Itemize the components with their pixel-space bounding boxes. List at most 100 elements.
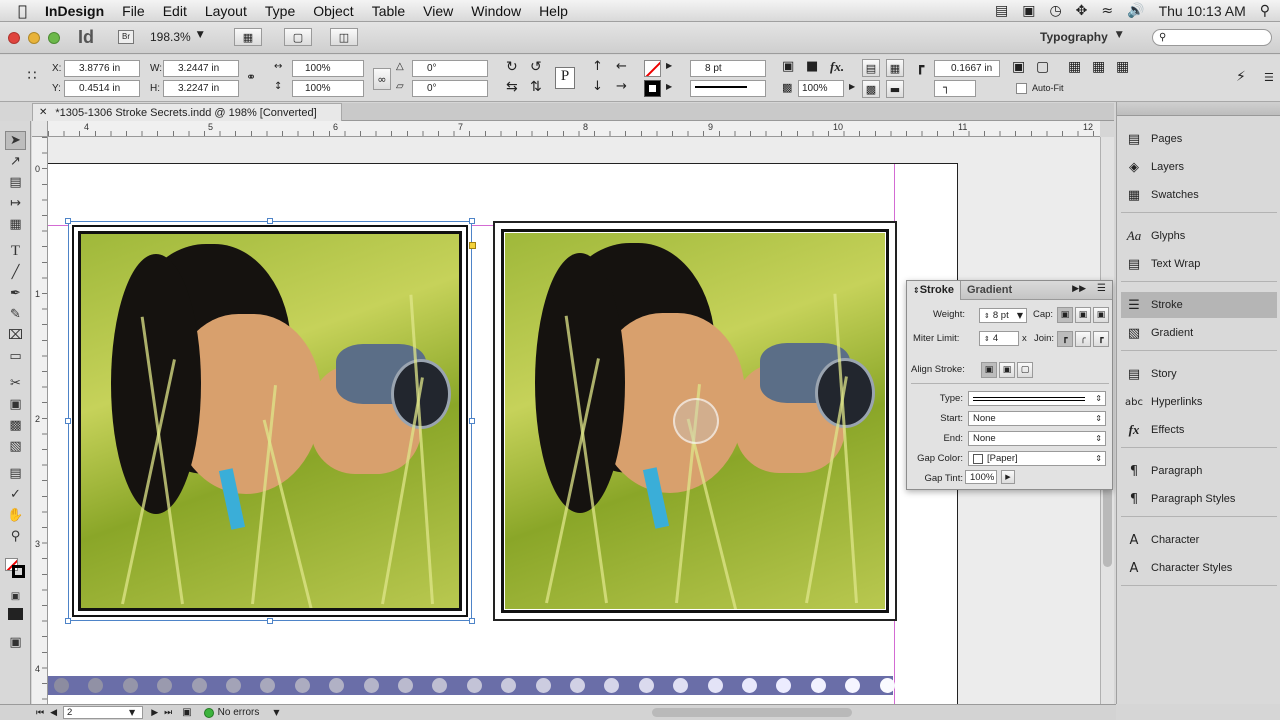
panel-item-pages[interactable]: ▤ Pages: [1125, 126, 1275, 152]
drop-shadow-icon[interactable]: ▣: [782, 59, 794, 74]
line-tool-icon[interactable]: ╱: [5, 263, 26, 282]
panel-item-paragraph[interactable]: ¶ Paragraph: [1125, 458, 1275, 484]
align-stroke-inside-button[interactable]: ▣: [999, 362, 1015, 378]
menu-object[interactable]: Object: [304, 3, 362, 19]
panel-item-hyperlinks[interactable]: abc Hyperlinks: [1125, 389, 1275, 415]
fit-proportional-icon[interactable]: ▦: [1092, 59, 1105, 75]
selection-handle[interactable]: [65, 218, 71, 224]
menu-edit[interactable]: Edit: [154, 3, 196, 19]
miter-limit-input[interactable]: ⇕ 4: [979, 331, 1019, 346]
close-window-button[interactable]: [8, 32, 20, 44]
selection-handle[interactable]: [469, 618, 475, 624]
panel-item-story[interactable]: ▤ Story: [1125, 361, 1275, 387]
select-next-icon[interactable]: →: [616, 79, 627, 94]
rectangle-frame-tool-icon[interactable]: ⌧: [5, 326, 26, 345]
direct-selection-tool-icon[interactable]: ↗: [5, 152, 26, 171]
round-join-button[interactable]: ╭: [1075, 331, 1091, 347]
spotlight-search-icon[interactable]: ⚲: [1260, 3, 1270, 19]
gradient-swatch-tool-icon[interactable]: ▩: [5, 416, 26, 435]
fill-stroke-proxy-icon[interactable]: [5, 558, 27, 582]
notes-icon[interactable]: ▤: [995, 3, 1008, 19]
select-container-icon[interactable]: ↑: [592, 59, 603, 74]
effects-fx-icon[interactable]: fx.: [830, 59, 844, 75]
view-options-button[interactable]: ▦: [234, 28, 262, 46]
first-page-icon[interactable]: ⏮: [36, 708, 44, 718]
rectangle-tool-icon[interactable]: ▭: [5, 347, 26, 366]
ruler-origin[interactable]: [32, 121, 48, 137]
width-field[interactable]: 3.2447 in: [163, 60, 239, 77]
zoom-level-select[interactable]: 198.3% ▼: [150, 30, 204, 44]
end-select[interactable]: None ⇕: [968, 431, 1106, 446]
open-document-icon[interactable]: ▣: [182, 707, 191, 718]
image-frame-right[interactable]: [493, 221, 897, 621]
select-previous-icon[interactable]: ←: [616, 59, 627, 74]
text-wrap-bbox-button[interactable]: ▦: [886, 59, 904, 77]
reference-point-grid[interactable]: ∷: [22, 67, 42, 87]
previous-page-icon[interactable]: ◀: [50, 708, 57, 718]
bevel-join-button[interactable]: ┏: [1093, 331, 1109, 347]
gradient-feather-tool-icon[interactable]: ▧: [5, 437, 26, 456]
flip-vertical-icon[interactable]: ⇅: [530, 79, 542, 95]
stroke-type-select[interactable]: ⇕: [968, 391, 1106, 406]
text-wrap-none-button[interactable]: ▤: [862, 59, 880, 77]
gap-color-select[interactable]: [Paper] ⇕: [968, 451, 1106, 466]
arrange-documents-button[interactable]: ◫: [330, 28, 358, 46]
menu-file[interactable]: File: [113, 3, 154, 19]
flip-horizontal-icon[interactable]: ⇆: [506, 79, 518, 95]
tab-stroke[interactable]: ⇕Stroke: [907, 280, 961, 300]
horizontal-ruler[interactable]: 4 5 6 7 8 9 10 11 12: [48, 121, 1100, 137]
corner-shape-select[interactable]: ┐: [934, 80, 976, 97]
fit-content-frame-icon[interactable]: ▣: [1012, 59, 1025, 75]
image-frame-left[interactable]: [65, 218, 476, 624]
stroke-type-select[interactable]: [690, 80, 766, 97]
tab-gradient[interactable]: Gradient: [961, 284, 1018, 296]
center-content-icon[interactable]: ▦: [1116, 59, 1129, 75]
panel-item-swatches[interactable]: ▦ Swatches: [1125, 182, 1275, 208]
panel-item-text-wrap[interactable]: ▤ Text Wrap: [1125, 251, 1275, 277]
close-icon[interactable]: ✕: [39, 107, 47, 118]
butt-cap-button[interactable]: ▣: [1057, 307, 1073, 323]
shadow-icon[interactable]: ■: [806, 59, 818, 74]
panel-item-effects[interactable]: fx Effects: [1125, 417, 1275, 443]
align-center-button[interactable]: ▬: [886, 80, 904, 98]
selection-handle[interactable]: [65, 618, 71, 624]
bridge-button[interactable]: Br: [118, 30, 134, 44]
align-left-button[interactable]: ▩: [862, 80, 880, 98]
hand-tool-icon[interactable]: ✋: [5, 506, 26, 525]
stroke-swatch[interactable]: [644, 80, 661, 97]
next-page-icon[interactable]: ▶: [151, 708, 158, 718]
panel-item-stroke[interactable]: ☰ Stroke: [1121, 292, 1277, 318]
minimize-window-button[interactable]: [28, 32, 40, 44]
panel-menu-icon[interactable]: ☰: [1097, 283, 1106, 294]
start-select[interactable]: None ⇕: [968, 411, 1106, 426]
selection-handle[interactable]: [65, 418, 71, 424]
apply-color-icon[interactable]: [8, 608, 23, 620]
scissors-tool-icon[interactable]: ✂: [5, 374, 26, 393]
time-machine-icon[interactable]: ◷: [1049, 3, 1061, 19]
content-collector-icon[interactable]: ▦: [5, 215, 26, 234]
gap-tool-icon[interactable]: ↦: [5, 194, 26, 213]
selection-tool-icon[interactable]: ➤: [5, 131, 26, 150]
out-port-handle[interactable]: [469, 242, 476, 249]
panel-item-character-styles[interactable]: A Character Styles: [1125, 555, 1275, 581]
document-tab[interactable]: ✕ *1305-1306 Stroke Secrets.indd @ 198% …: [32, 103, 342, 121]
x-position-field[interactable]: 3.8776 in: [64, 60, 140, 77]
note-tool-icon[interactable]: ▤: [5, 464, 26, 483]
help-search-input[interactable]: ⚲: [1152, 29, 1272, 46]
round-cap-button[interactable]: ▣: [1075, 307, 1091, 323]
panel-item-paragraph-styles[interactable]: ¶ Paragraph Styles: [1125, 486, 1275, 512]
pen-tool-icon[interactable]: ✒: [5, 284, 26, 303]
eyedropper-tool-icon[interactable]: ✓: [5, 485, 26, 504]
collapse-panel-icon[interactable]: ▶▶: [1072, 284, 1086, 294]
fill-swatch[interactable]: [644, 60, 661, 77]
panel-item-layers[interactable]: ◈ Layers: [1125, 154, 1275, 180]
selection-handle[interactable]: [469, 218, 475, 224]
type-tool-icon[interactable]: T: [5, 242, 26, 261]
screen-mode-icon[interactable]: ▣: [5, 633, 26, 652]
fill-frame-icon[interactable]: ▦: [1068, 59, 1081, 75]
panel-item-glyphs[interactable]: Aa Glyphs: [1125, 223, 1275, 249]
scale-y-field[interactable]: 100%: [292, 80, 364, 97]
pencil-tool-icon[interactable]: ✎: [5, 305, 26, 324]
menu-type[interactable]: Type: [256, 3, 304, 19]
vertical-ruler[interactable]: 0 1 2 3 4: [32, 137, 48, 704]
